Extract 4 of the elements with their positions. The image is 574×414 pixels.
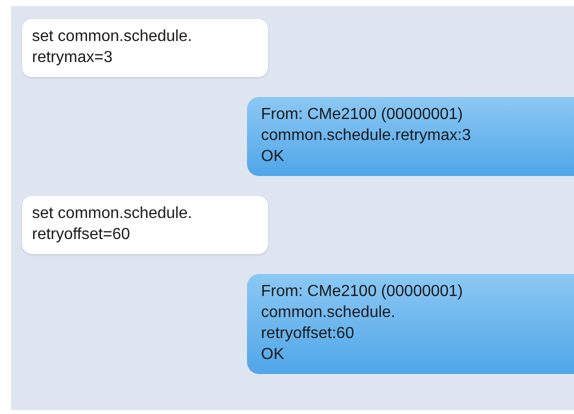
message-bubble: set common.schedule. retryoffset=60 — [22, 196, 268, 254]
message-bubble: set common.schedule. retrymax=3 — [22, 19, 268, 77]
message-bubble: From: CMe2100 (00000001) common.schedule. retryoffset:60 OK — [247, 274, 574, 374]
message-bubble: From: CMe2100 (00000001) common.schedule.retrymax:3 OK — [247, 97, 574, 176]
